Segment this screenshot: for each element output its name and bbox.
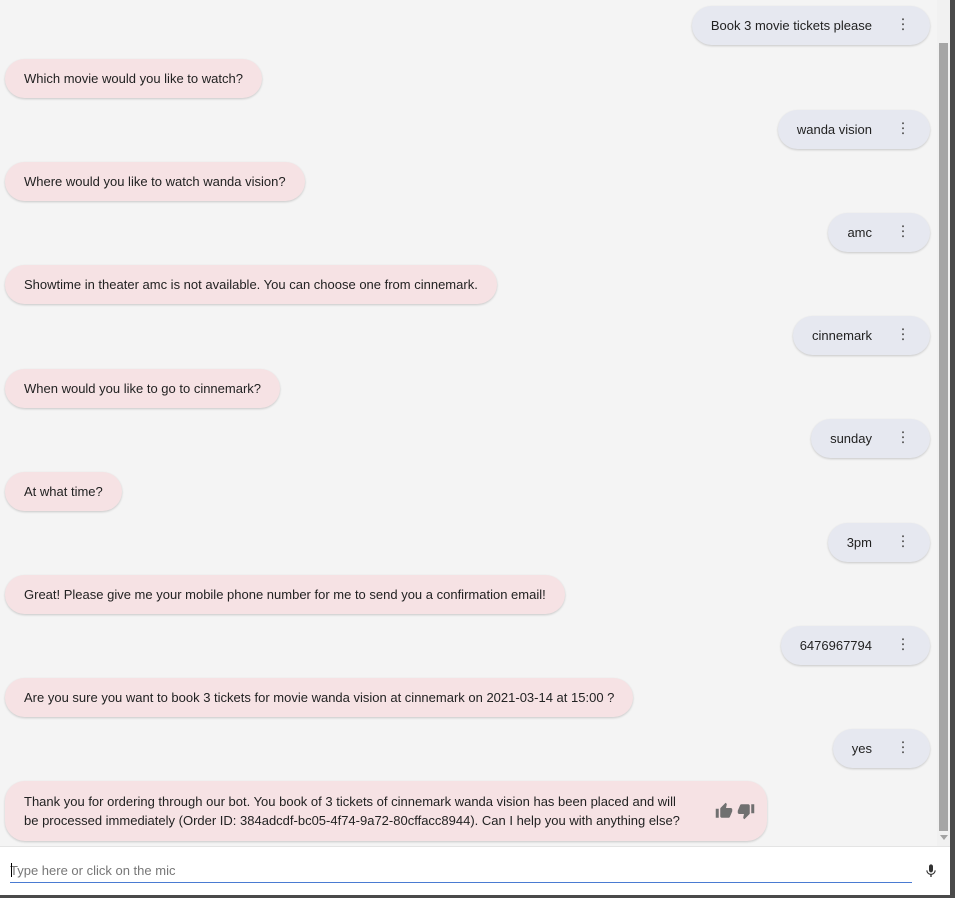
vertical-scrollbar[interactable] [937,0,950,846]
window-edge [950,0,955,898]
bot-message-text: Where would you like to watch wanda visi… [24,174,286,189]
scrollbar-thumb[interactable] [939,43,948,831]
user-message-text: cinnemark [812,328,872,343]
user-message: cinnemark [793,316,930,355]
bot-message: When would you like to go to cinnemark? [5,369,281,408]
user-message: 6476967794 [780,626,930,665]
more-vert-icon[interactable] [901,17,905,30]
user-message: yes [832,729,930,768]
user-message: wanda vision [777,110,930,149]
more-vert-icon[interactable] [901,740,905,753]
user-message-text: 3pm [846,535,872,550]
bot-message-text: Thank you for ordering through our bot. … [24,794,680,828]
bot-message-text: Great! Please give me your mobile phone … [24,587,546,602]
user-message-text: yes [851,741,872,756]
bot-message: Where would you like to watch wanda visi… [5,162,305,201]
bot-message: Great! Please give me your mobile phone … [5,575,565,614]
thumb-down-icon[interactable] [737,802,755,820]
user-message-text: amc [847,225,872,240]
user-message: 3pm [827,523,930,562]
feedback-buttons [715,802,755,820]
user-message: amc [828,213,930,252]
user-message-text: 6476967794 [799,638,872,653]
user-message-text: sunday [830,431,872,446]
more-vert-icon[interactable] [901,224,905,237]
mic-icon[interactable] [923,861,939,881]
bot-message: Showtime in theater amc is not available… [5,265,497,304]
message-input[interactable] [10,859,912,883]
scroll-down-arrow-icon[interactable] [940,835,948,840]
user-message: sunday [811,419,930,458]
bot-message: Are you sure you want to book 3 tickets … [5,678,634,717]
more-vert-icon[interactable] [901,534,905,547]
more-vert-icon[interactable] [901,327,905,340]
bot-message-text: At what time? [24,484,103,499]
bot-message-text: Showtime in theater amc is not available… [24,277,478,292]
message-input-bar [0,846,950,895]
more-vert-icon[interactable] [901,121,905,134]
more-vert-icon[interactable] [901,430,905,443]
bot-message-text: Are you sure you want to book 3 tickets … [24,690,615,705]
chat-message-list: Book 3 movie tickets please Which movie … [0,0,937,846]
user-message: Book 3 movie tickets please [691,6,930,45]
bot-message-text: When would you like to go to cinnemark? [24,381,262,396]
bot-message: Thank you for ordering through our bot. … [5,781,767,841]
thumb-up-icon[interactable] [715,802,733,820]
user-message-text: Book 3 movie tickets please [710,18,872,33]
bot-message-text: Which movie would you like to watch? [24,71,243,86]
bot-message: Which movie would you like to watch? [5,59,262,98]
bot-message: At what time? [5,472,122,511]
user-message-text: wanda vision [796,122,872,137]
more-vert-icon[interactable] [901,637,905,650]
text-caret [11,863,12,877]
